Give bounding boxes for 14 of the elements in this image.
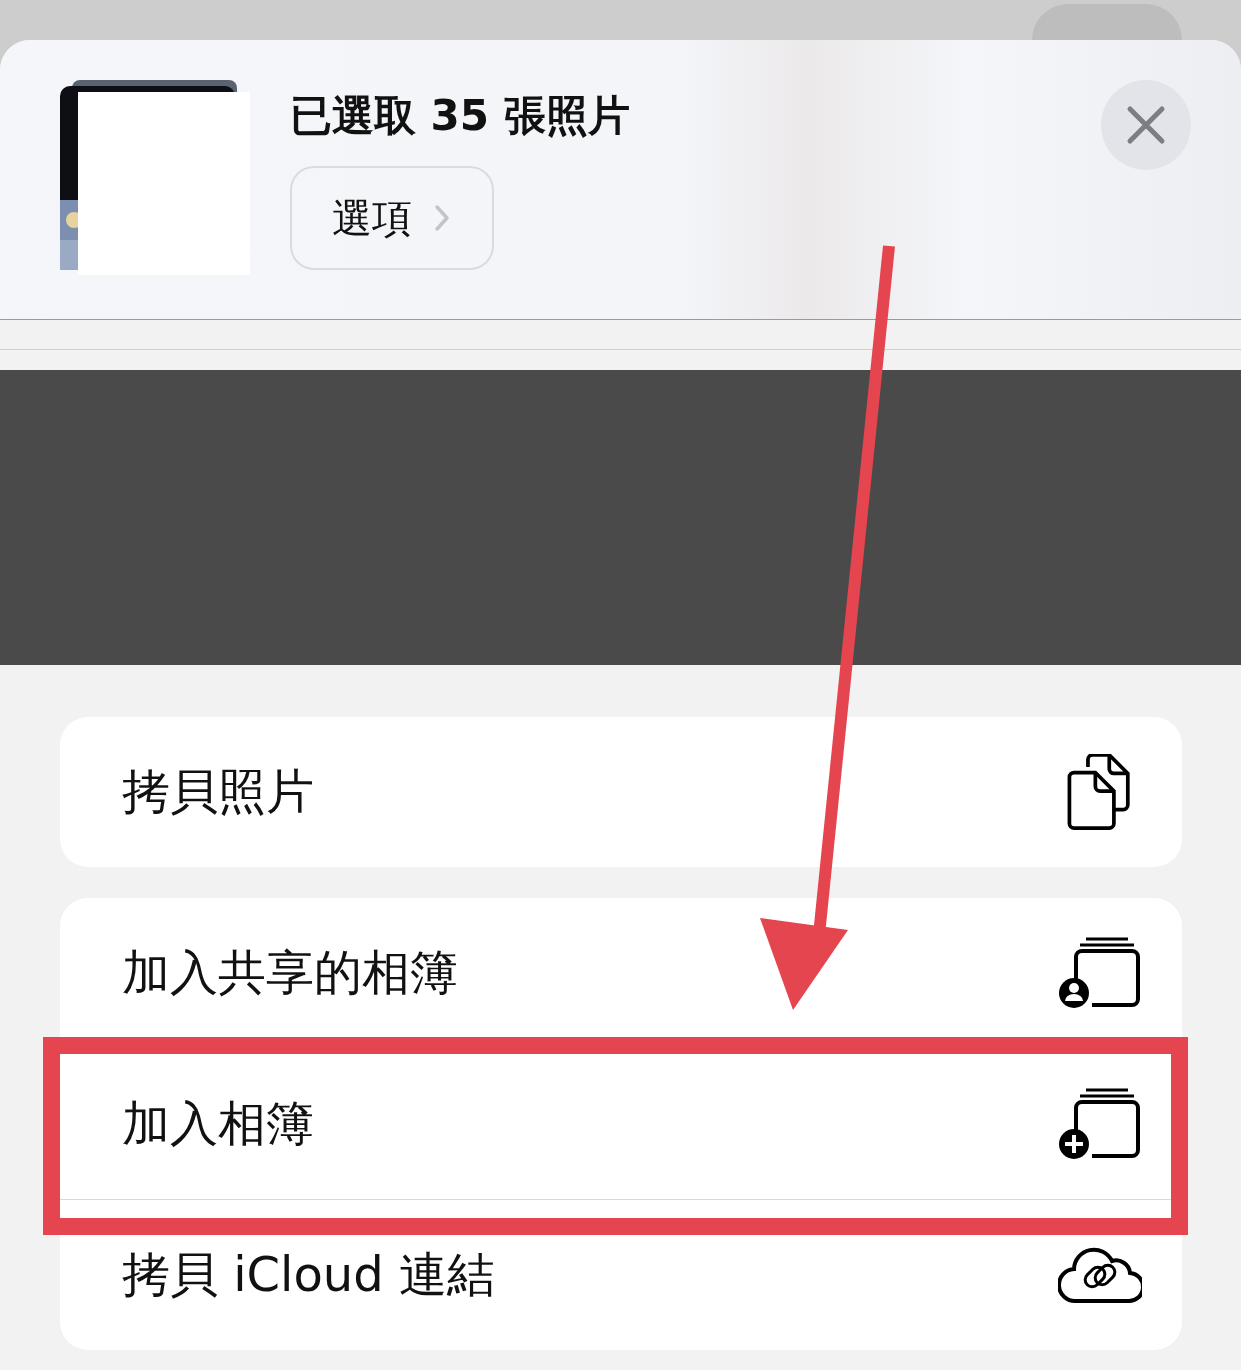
action-label: 拷貝 iCloud 連結 (122, 1245, 495, 1304)
close-icon (1126, 105, 1166, 145)
action-label: 加入共享的相簿 (122, 943, 458, 1002)
action-label: 加入相簿 (122, 1094, 314, 1153)
chevron-icon (434, 204, 450, 232)
add-album-icon (1058, 1086, 1142, 1162)
action-label: 拷貝照片 (122, 762, 314, 821)
action-row[interactable]: 拷貝 iCloud 連結 (60, 1200, 1182, 1350)
sheet-title: 已選取 35 張照片 (290, 90, 631, 142)
action-row[interactable]: 加入相簿 (60, 1049, 1182, 1200)
cloud-link-icon (1058, 1246, 1142, 1304)
shared-album-icon (1058, 935, 1142, 1011)
options-button[interactable]: 選項 (290, 166, 494, 270)
action-row[interactable]: 拷貝照片 (60, 717, 1182, 867)
